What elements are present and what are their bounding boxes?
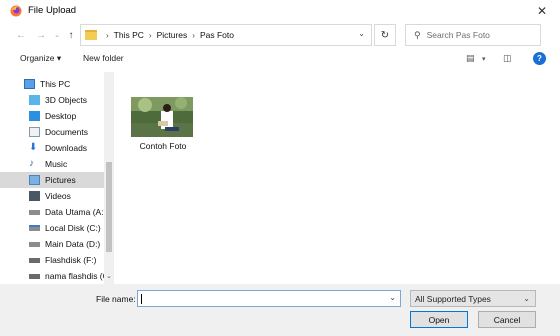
download-icon: ⬇	[29, 142, 38, 153]
sidebar-item-label: Documents	[45, 127, 88, 137]
sidebar-item-label: Data Utama (A:)	[45, 207, 107, 217]
chevron-down-icon: ⌄	[523, 294, 530, 303]
folder-icon	[85, 30, 97, 40]
sidebar-item-label: Videos	[45, 191, 71, 201]
sidebar-item-main-data[interactable]: Main Data (D:)	[0, 236, 104, 252]
computer-icon	[24, 79, 35, 89]
file-name-label: Contoh Foto	[139, 141, 187, 151]
organize-button[interactable]: Organize ▾	[20, 53, 61, 64]
sidebar-item-this-pc[interactable]: This PC	[0, 76, 104, 92]
scroll-down-arrow-icon[interactable]: ⌄	[104, 272, 114, 282]
address-row: ← → ⌄ ↑ › This PC › Pictures › Pas Foto …	[0, 22, 560, 48]
breadcrumb-pas-foto[interactable]: Pas Foto	[200, 30, 234, 40]
sidebar-item-label: This PC	[40, 79, 71, 89]
search-placeholder: Search Pas Foto	[426, 30, 490, 40]
recent-locations-chevron-icon[interactable]: ⌄	[50, 28, 64, 42]
photo-thumbnail	[131, 97, 193, 137]
scrollbar-thumb[interactable]	[106, 162, 112, 252]
pictures-icon	[29, 175, 40, 185]
close-button[interactable]: ✕	[530, 2, 554, 20]
sidebar-item-nama-flashdis[interactable]: nama flashdis (G	[0, 268, 109, 284]
sidebar-item-label: Music	[45, 159, 68, 169]
chevron-right-icon: ›	[192, 30, 195, 40]
usb-drive-icon	[29, 257, 40, 263]
chevron-right-icon: ›	[148, 30, 152, 40]
sidebar-item-flashdisk[interactable]: Flashdisk (F:)	[0, 252, 104, 268]
chevron-right-icon: ›	[106, 30, 109, 40]
sidebar-item-label: Desktop	[45, 111, 77, 121]
drive-icon	[29, 209, 40, 215]
sidebar-item-music[interactable]: ♪ Music	[0, 156, 104, 172]
sidebar-item-3d-objects[interactable]: 3D Objects	[0, 92, 104, 108]
usb-drive-icon	[29, 273, 40, 279]
sidebar-item-videos[interactable]: Videos	[0, 188, 104, 204]
search-input[interactable]: ⚲ Search Pas Foto	[405, 24, 541, 46]
sidebar-item-desktop[interactable]: Desktop	[0, 108, 104, 124]
drive-icon	[29, 225, 40, 231]
sidebar-item-label: nama flashdis (G	[45, 271, 110, 281]
sidebar-item-data-utama[interactable]: Data Utama (A:)	[0, 204, 107, 220]
command-bar: Organize ▾ New folder ▤ ▾ ◫ ?	[0, 48, 560, 70]
firefox-icon	[10, 5, 22, 17]
sidebar-item-label: 3D Objects	[45, 95, 88, 105]
sidebar-item-label: Flashdisk (F:)	[45, 255, 97, 265]
search-icon: ⚲	[414, 29, 421, 40]
preview-pane-icon[interactable]: ◫	[503, 53, 512, 64]
new-folder-button[interactable]: New folder	[83, 53, 124, 63]
help-icon[interactable]: ?	[533, 52, 546, 65]
drive-icon	[29, 241, 40, 247]
music-icon: ♪	[29, 158, 34, 169]
cube-icon	[29, 95, 40, 105]
address-bar[interactable]: › This PC › Pictures › Pas Foto ⌄	[80, 24, 372, 46]
file-item-contoh-foto[interactable]: Contoh Foto	[128, 96, 198, 156]
file-name-label: File name:	[96, 294, 136, 304]
sidebar-item-pictures[interactable]: Pictures	[0, 172, 104, 188]
cancel-button[interactable]: Cancel	[478, 311, 536, 328]
sidebar-item-downloads[interactable]: ⬇ Downloads	[0, 140, 104, 156]
sidebar-item-label: Pictures	[45, 175, 76, 185]
bottom-panel: File name: ⌄ All Supported Types ⌄ Open …	[0, 284, 560, 336]
sidebar-item-label: Main Data (D:)	[45, 239, 101, 249]
navigation-pane: This PC 3D Objects Desktop Documents ⬇ D…	[0, 72, 114, 284]
view-options-chevron-icon[interactable]: ▾	[482, 55, 486, 63]
sidebar-item-local-disk[interactable]: Local Disk (C:)	[0, 220, 104, 236]
file-type-value: All Supported Types	[415, 293, 491, 304]
open-button[interactable]: Open	[410, 311, 468, 328]
title-bar: File Upload ✕	[0, 0, 560, 22]
chevron-down-icon[interactable]: ⌄	[358, 29, 365, 38]
desktop-icon	[29, 111, 40, 121]
back-arrow-icon[interactable]: ←	[14, 28, 28, 42]
documents-icon	[29, 127, 40, 137]
window-title: File Upload	[28, 5, 77, 16]
file-name-input[interactable]: ⌄	[137, 290, 401, 307]
refresh-button[interactable]: ↻	[374, 24, 396, 46]
sidebar-item-documents[interactable]: Documents	[0, 124, 104, 140]
sidebar-item-label: Downloads	[45, 143, 88, 153]
chevron-down-icon[interactable]: ⌄	[389, 293, 396, 302]
text-caret	[141, 294, 142, 304]
file-type-select[interactable]: All Supported Types ⌄	[410, 290, 536, 307]
change-view-icon[interactable]: ▤	[466, 53, 475, 64]
sidebar-item-label: Local Disk (C:)	[45, 223, 101, 233]
up-arrow-icon[interactable]: ↑	[64, 28, 78, 42]
videos-icon	[29, 191, 40, 201]
breadcrumb-pictures[interactable]: Pictures	[157, 30, 188, 40]
breadcrumb-this-pc[interactable]: This PC	[114, 30, 144, 40]
refresh-icon: ↻	[380, 29, 390, 41]
forward-arrow-icon[interactable]: →	[34, 28, 48, 42]
